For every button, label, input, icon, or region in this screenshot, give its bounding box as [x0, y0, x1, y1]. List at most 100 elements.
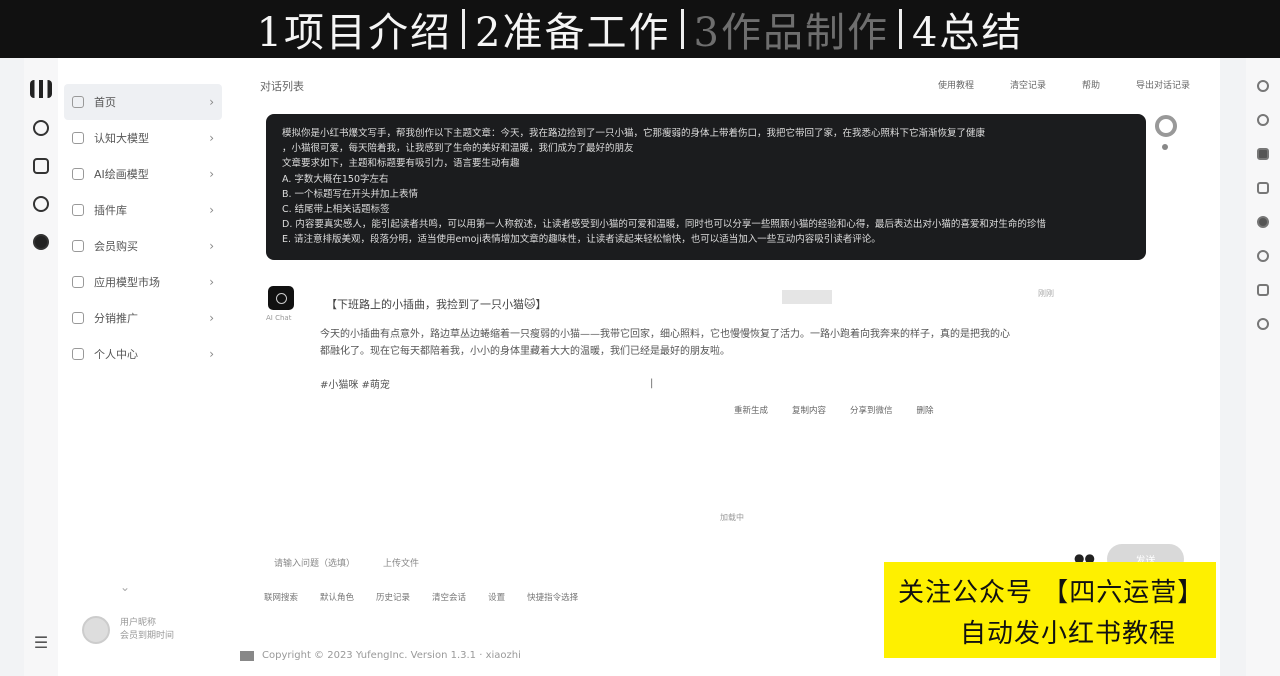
chevron-right-icon: › — [209, 203, 214, 217]
chevron-right-icon: › — [209, 95, 214, 109]
regenerate-button[interactable]: 重新生成 — [734, 404, 768, 416]
chevron-right-icon: › — [209, 275, 214, 289]
promo-line-1: 关注公众号 【四六运营】 — [898, 578, 1205, 608]
prompt-line: D. 内容要真实感人，能引起读者共鸣，可以用第一人称叙述，让读者感受到小猫的可爱… — [282, 219, 1046, 231]
notification-icon[interactable] — [33, 196, 49, 212]
sidebar-item-label: 分销推广 — [94, 312, 138, 325]
avatar — [82, 616, 110, 644]
sidebar-item-distribution[interactable]: 分销推广 › — [58, 300, 228, 336]
bot-name: AI Chat — [266, 314, 292, 322]
header-link-export[interactable]: 导出对话记录 — [1136, 78, 1190, 91]
sidebar-item-label: 个人中心 — [94, 348, 138, 361]
home-icon — [72, 96, 84, 108]
header-links: 使用教程 清空记录 帮助 导出对话记录 — [938, 78, 1190, 91]
tool-clear-session[interactable]: 清空会话 — [432, 591, 466, 603]
tutorial-banner: 1项目介绍 2准备工作 3作品制作 4总结 — [0, 0, 1280, 58]
chevron-right-icon: › — [209, 239, 214, 253]
reply-tags: #小猫咪 #萌宠 — [320, 380, 390, 391]
header-link-clear[interactable]: 清空记录 — [1010, 78, 1046, 91]
sidebar: 首页 › 认知大模型 › AI绘画模型 › 插件库 › 会员购买 › 应用模型市… — [58, 58, 228, 676]
prompt-line: 文章要求如下，主题和标题要有吸引力，语言要生动有趣 — [282, 158, 520, 170]
bot-avatar — [268, 286, 294, 310]
sidebar-item-plugins[interactable]: 插件库 › — [58, 192, 228, 228]
image-icon — [72, 168, 84, 180]
sidebar-item-label: 插件库 — [94, 204, 127, 217]
footer: Copyright © 2023 YufengInc. Version 1.3.… — [240, 650, 521, 661]
tool-default-role[interactable]: 默认角色 — [320, 591, 354, 603]
share-button[interactable]: 分享到微信 — [850, 404, 893, 416]
banner-step-2: 2准备工作 — [475, 10, 671, 56]
text-cursor: | — [650, 378, 654, 389]
sidebar-item-cognitive-model[interactable]: 认知大模型 › — [58, 120, 228, 156]
header-link-tutorial[interactable]: 使用教程 — [938, 78, 974, 91]
page-title: 对话列表 — [260, 80, 304, 93]
left-icon-rail: ☰ — [24, 58, 58, 676]
reply-time-ago: 刚刚 — [1038, 289, 1054, 298]
sidebar-item-label: 应用模型市场 — [94, 276, 160, 289]
user-card[interactable]: 用户昵称 会员到期时间 — [82, 616, 174, 644]
brain-icon — [72, 132, 84, 144]
gallery-icon[interactable] — [33, 158, 49, 174]
menu-icon[interactable]: ☰ — [34, 633, 48, 652]
user-prompt-message: 模拟你是小红书爆文写手，帮我创作以下主题文章：今天，我在路边捡到了一只小猫，它那… — [266, 114, 1146, 260]
upload-file-button[interactable]: 上传文件 — [383, 556, 419, 569]
tool-web-search[interactable]: 联网搜索 — [264, 591, 298, 603]
chevron-right-icon: › — [209, 347, 214, 361]
user-name: 用户昵称 — [120, 618, 157, 628]
sidebar-item-profile[interactable]: 个人中心 › — [58, 336, 228, 372]
tag-icon[interactable] — [1257, 148, 1269, 160]
header-link-help[interactable]: 帮助 — [1082, 78, 1100, 91]
person-icon[interactable] — [1257, 216, 1269, 228]
input-bar: 请输入问题（选填） 上传文件 — [274, 556, 419, 569]
user-icon — [72, 240, 84, 252]
tool-row: 联网搜索 默认角色 历史记录 清空会话 设置 快捷指令选择 — [264, 591, 578, 603]
question-input[interactable]: 请输入问题（选填） — [274, 556, 355, 569]
robot-icon[interactable] — [1257, 182, 1269, 194]
footer-logo-icon — [240, 650, 254, 661]
reply-timestamp-redacted — [782, 290, 832, 304]
search-icon[interactable] — [1257, 114, 1269, 126]
bell-icon[interactable] — [1257, 80, 1269, 92]
market-icon — [72, 276, 84, 288]
banner-step-3: 3作品制作 — [693, 10, 889, 56]
prompt-line: A. 字数大概在150字左右 — [282, 173, 389, 185]
right-icon-rail — [1246, 58, 1280, 676]
share-icon — [72, 312, 84, 324]
sidebar-item-membership[interactable]: 会员购买 › — [58, 228, 228, 264]
banner-step-4: 4总结 — [911, 10, 1024, 56]
prompt-line: 模拟你是小红书爆文写手，帮我创作以下主题文章：今天，我在路边捡到了一只小猫，它那… — [282, 128, 986, 139]
user-avatar-dot — [1162, 144, 1168, 150]
tool-settings[interactable]: 设置 — [488, 591, 505, 603]
sidebar-item-market[interactable]: 应用模型市场 › — [58, 264, 228, 300]
sidebar-item-label: AI绘画模型 — [94, 168, 149, 181]
sidebar-item-label: 认知大模型 — [94, 132, 149, 145]
promo-overlay: 关注公众号 【四六运营】 自动发小红书教程 — [884, 562, 1216, 658]
loading-text: 加载中 — [720, 513, 744, 522]
reply-title: 【下班路上的小插曲，我捡到了一只小猫🐱】 — [326, 298, 547, 311]
add-icon[interactable] — [1257, 318, 1269, 330]
delete-button[interactable]: 删除 — [917, 404, 934, 416]
profile-icon — [72, 348, 84, 360]
chat-icon[interactable] — [33, 120, 49, 136]
tool-history[interactable]: 历史记录 — [376, 591, 410, 603]
sidebar-item-label: 会员购买 — [94, 240, 138, 253]
gear-icon[interactable] — [1155, 115, 1177, 137]
headset-icon[interactable] — [33, 234, 49, 250]
sidebar-item-ai-drawing[interactable]: AI绘画模型 › — [58, 156, 228, 192]
collapse-icon[interactable]: ⌄ — [120, 580, 130, 594]
copyright-text: Copyright © 2023 YufengInc. Version 1.3.… — [262, 650, 521, 661]
sidebar-item-home[interactable]: 首页 › — [64, 84, 222, 120]
prompt-line: C. 结尾带上相关话题标签 — [282, 204, 390, 216]
banner-step-1: 1项目介绍 — [256, 10, 453, 56]
app-logo-icon[interactable] — [30, 80, 52, 98]
outlook-icon[interactable] — [1257, 284, 1269, 296]
copy-button[interactable]: 复制内容 — [792, 404, 826, 416]
globe-icon[interactable] — [1257, 250, 1269, 262]
sidebar-item-label: 首页 — [94, 96, 116, 109]
promo-line-2: 自动发小红书教程 — [960, 619, 1177, 649]
chevron-right-icon: › — [209, 131, 214, 145]
reply-body: 今天的小插曲有点意外，路边草丛边蜷缩着一只瘦弱的小猫——我带它回家，细心照料，它… — [320, 329, 1010, 357]
tool-quick-command[interactable]: 快捷指令选择 — [527, 591, 578, 603]
prompt-line: E. 请注意排版美观，段落分明，适当使用emoji表情增加文章的趣味性，让读者读… — [282, 234, 881, 246]
prompt-line: B. 一个标题写在开头并加上表情 — [282, 188, 419, 200]
